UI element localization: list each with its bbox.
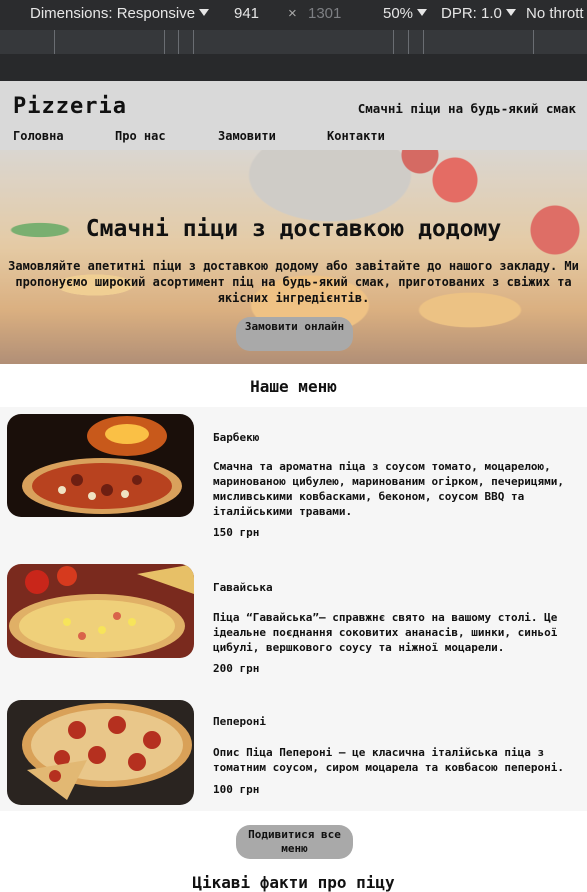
order-online-button[interactable]: Замовити онлайн <box>236 317 353 351</box>
devtools-toolbar: Dimensions: Responsive 941 × 1301 50% DP… <box>0 0 587 30</box>
ruler-tick <box>408 30 409 54</box>
ruler-tick <box>178 30 179 54</box>
zoom-label: 50% <box>383 5 414 22</box>
menu-item-description: Смачна та ароматна піца з соусом томато,… <box>213 460 564 518</box>
pizza-pepperoni-image <box>7 700 194 805</box>
site-tagline: Смачні піци на будь-який смак <box>357 101 576 116</box>
site-logo[interactable]: Pizzeria <box>13 94 127 119</box>
view-full-menu-button[interactable]: Подивитися все меню <box>236 825 353 859</box>
dpr-label: DPR: 1.0 <box>441 5 502 22</box>
page-viewport: Pizzeria Смачні піци на будь-який смак Г… <box>0 81 587 892</box>
site-header: Pizzeria Смачні піци на будь-який смак Г… <box>0 81 587 150</box>
nav-link-order[interactable]: Замовити <box>218 129 276 143</box>
menu-item-hawaiian: Гавайська Піца “Гавайська”— справжнє свя… <box>0 557 587 693</box>
dimensions-dropdown[interactable]: Dimensions: Responsive <box>30 5 210 22</box>
menu-item-name: Гавайська <box>213 581 273 594</box>
chevron-down-icon <box>199 9 210 17</box>
facts-section-title: Цікаві факти про піцу <box>192 873 395 892</box>
hero-banner: Смачні піци з доставкою додому Замовляйт… <box>0 150 587 364</box>
dpr-dropdown[interactable]: DPR: 1.0 <box>441 5 516 22</box>
pizza-hawaiian-image <box>7 564 194 658</box>
nav-link-home[interactable]: Головна <box>13 129 64 143</box>
ruler-tick <box>54 30 55 54</box>
menu-item-price: 150 грн <box>213 526 260 539</box>
nav-link-contacts[interactable]: Контакти <box>327 129 385 143</box>
nav-link-about[interactable]: Про нас <box>115 129 166 143</box>
hero-text: Замовляйте апетитні піци з доставкою дод… <box>8 259 579 305</box>
devtools-gap <box>0 54 587 81</box>
menu-item-pepperoni: Пепероні Опис Піца Пепероні – це класичн… <box>0 693 587 811</box>
menu-section-title: Наше меню <box>250 377 337 396</box>
hero-title: Смачні піци з доставкою додому <box>85 216 502 242</box>
chevron-down-icon <box>505 9 516 17</box>
ruler-tick <box>533 30 534 54</box>
ruler-tick <box>164 30 165 54</box>
menu-item-description: Опис Піца Пепероні – це класична італійс… <box>213 746 564 774</box>
height-input[interactable]: 1301 <box>308 5 341 22</box>
width-input[interactable]: 941 <box>234 5 259 22</box>
ruler-tick <box>423 30 424 54</box>
ruler-tick <box>193 30 194 54</box>
times-icon: × <box>288 5 297 22</box>
menu-item-price: 100 грн <box>213 783 260 796</box>
menu-item-description: Піца “Гавайська”— справжнє свято на вашо… <box>213 611 558 654</box>
throttle-dropdown[interactable]: No thrott <box>526 5 584 22</box>
menu-item-price: 200 грн <box>213 662 260 675</box>
menu-item-name: Барбекю <box>213 431 260 444</box>
ruler-tick <box>393 30 394 54</box>
chevron-down-icon <box>417 9 428 17</box>
pizza-bbq-image <box>7 414 194 517</box>
media-query-ruler[interactable] <box>0 30 587 54</box>
menu-item-bbq: Барбекю Смачна та ароматна піца з соусом… <box>0 407 587 557</box>
menu-item-name: Пепероні <box>213 715 266 728</box>
hero-content: Смачні піци з доставкою додому Замовляйт… <box>0 150 587 364</box>
dimensions-label: Dimensions: Responsive <box>30 5 196 22</box>
zoom-dropdown[interactable]: 50% <box>383 5 428 22</box>
